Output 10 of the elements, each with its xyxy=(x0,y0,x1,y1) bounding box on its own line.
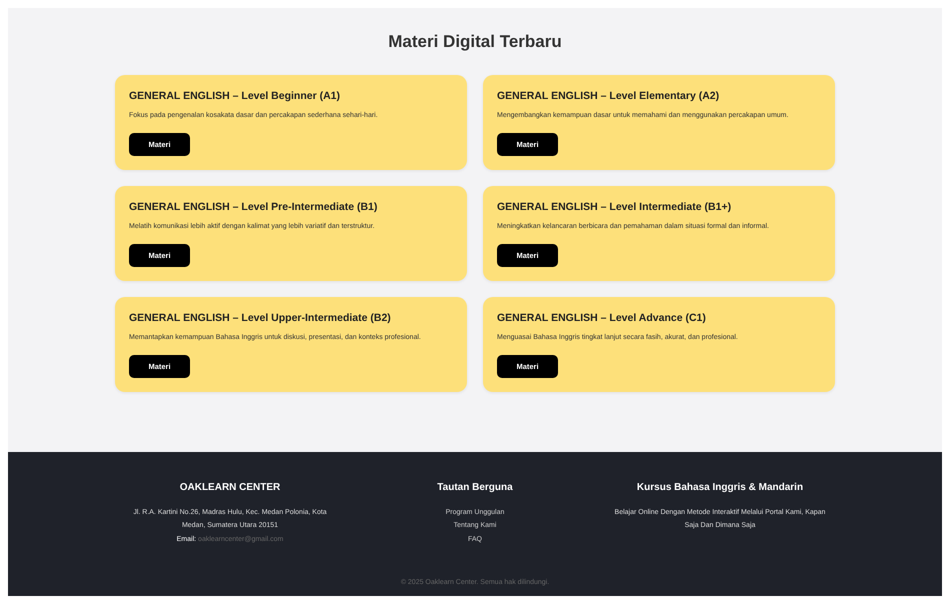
footer-heading: Tautan Berguna xyxy=(436,481,514,495)
course-title: GENERAL ENGLISH – Level Beginner (A1) xyxy=(129,89,342,104)
course-title: GENERAL ENGLISH – Level Upper-Intermediate (B2) xyxy=(129,311,392,326)
course-title: GENERAL ENGLISH – Level Pre-Intermediate (B1) xyxy=(129,200,378,216)
course-title: GENERAL ENGLISH – Level Elementary (A2) xyxy=(497,89,720,104)
course-title: GENERAL ENGLISH – Level Intermediate (B1+) xyxy=(497,200,732,216)
course-title: GENERAL ENGLISH – Level Advance (C1) xyxy=(497,311,707,326)
footer-heading: OAKLEARN CENTER xyxy=(178,481,282,495)
footer-heading: Kursus Bahasa Inggris & Mandarin xyxy=(636,481,804,495)
section-title: Materi Digital Terbaru xyxy=(387,32,563,52)
